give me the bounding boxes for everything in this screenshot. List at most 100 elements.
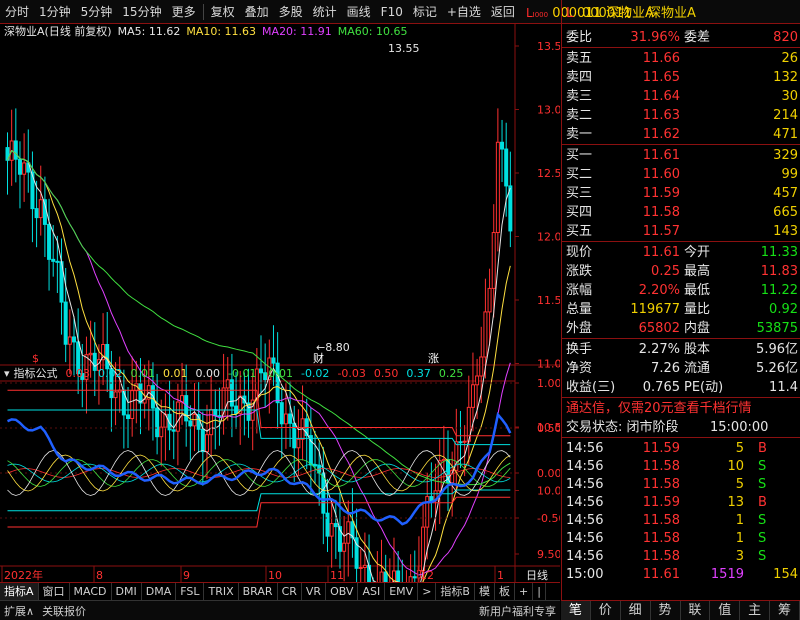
tick-row-3: 14:56 11.59 13 B xyxy=(562,493,800,512)
quote-label: 现价 xyxy=(566,245,593,260)
indicator-tab-6[interactable]: TRIX xyxy=(204,583,239,600)
related-quote-button[interactable]: 关联报价 xyxy=(38,603,90,619)
indicator-tab-18[interactable]: | xyxy=(533,583,546,600)
indicator-tab-4[interactable]: DMA xyxy=(142,583,177,600)
quote-label: 内盘 xyxy=(684,321,711,336)
indicator-tab-3[interactable]: DMI xyxy=(112,583,142,600)
candle-body xyxy=(171,429,176,432)
toolbar-button-6[interactable]: 叠加 xyxy=(240,0,274,24)
weicha-label: 委差 xyxy=(684,30,711,45)
panel-tab-0[interactable]: 笔 xyxy=(561,601,591,620)
indicator-tab-2[interactable]: MACD xyxy=(70,583,112,600)
candle-body xyxy=(342,542,347,552)
expand-button[interactable]: 扩展∧ xyxy=(0,603,38,619)
bid-row-0: 买一 11.61 329 xyxy=(562,146,800,165)
tick-price: 11.59 xyxy=(642,441,680,456)
ask-vol: 471 xyxy=(773,127,798,142)
tick-vol: 5 xyxy=(735,441,744,456)
period-label[interactable]: 日线 xyxy=(526,568,548,582)
candle-body xyxy=(22,162,27,175)
ask-row-3: 卖二 11.63 214 xyxy=(562,106,800,125)
indicator-tab-15[interactable]: 模 xyxy=(475,583,495,600)
toolbar-button-5[interactable]: 复权 xyxy=(206,0,240,24)
finance-marker[interactable]: 财 xyxy=(313,351,324,365)
indicator-tab-8[interactable]: CR xyxy=(278,583,302,600)
candle-body xyxy=(321,472,326,514)
indicator-tab-10[interactable]: OBV xyxy=(326,583,359,600)
indicator-value-0: 0.03 xyxy=(65,367,91,380)
bid-row-4: 买五 11.57 143 xyxy=(562,222,800,241)
new-user-welfare-link[interactable]: 新用户福利专享 xyxy=(475,603,560,619)
ask-label: 卖五 xyxy=(566,51,593,66)
tick-price: 11.58 xyxy=(642,549,680,564)
panel-bottom-tabs: 笔价细势联值主筹 xyxy=(561,600,800,620)
indicator-value-1: 0.02 xyxy=(98,367,123,380)
indicator-value-8: -0.03 xyxy=(337,367,366,380)
indicator-tab-13[interactable]: > xyxy=(418,583,437,600)
panel-tab-6[interactable]: 主 xyxy=(740,601,771,620)
panel-tab-1[interactable]: 价 xyxy=(591,601,621,620)
bid-row-2: 买三 11.59 457 xyxy=(562,184,800,203)
indicator-tab-9[interactable]: VR xyxy=(302,583,327,600)
candle-body xyxy=(34,208,39,219)
toolbar-button-2[interactable]: 5分钟 xyxy=(76,0,118,24)
panel-tab-2[interactable]: 细 xyxy=(621,601,651,620)
tick-price: 11.58 xyxy=(642,531,680,546)
stats-value: 5.26亿 xyxy=(756,361,798,376)
panel-tab-7[interactable]: 筹 xyxy=(770,601,800,620)
candle-body xyxy=(358,566,363,569)
quote-label: 外盘 xyxy=(566,321,593,336)
panel-tab-4[interactable]: 联 xyxy=(681,601,711,620)
ask-price: 11.62 xyxy=(642,127,680,142)
kline-chart[interactable]: 13.50 13.00 12.50 12.00 11.50 11.00 1 0.50 10.00… xyxy=(0,24,560,582)
toolbar-button-7[interactable]: 多股 xyxy=(274,0,308,24)
indicator-value-2: 0.01 xyxy=(130,367,156,380)
candle-body xyxy=(495,141,500,234)
ask-label: 卖四 xyxy=(566,70,593,85)
toolbar-button-12[interactable]: +自选 xyxy=(442,0,486,24)
bid-label: 买二 xyxy=(566,167,593,182)
trade-state-time: 15:00:00 xyxy=(710,420,769,435)
indicator-tab-7[interactable]: BRAR xyxy=(239,583,278,600)
indicator-tab-0[interactable]: 指标A xyxy=(0,583,39,600)
ind-tick-label: 1.00 xyxy=(537,377,560,390)
indicator-tab-12[interactable]: EMV xyxy=(385,583,419,600)
toolbar-button-11[interactable]: 标记 xyxy=(408,0,442,24)
toolbar-button-3[interactable]: 15分钟 xyxy=(117,0,166,24)
limit-up-marker[interactable]: 涨 xyxy=(428,352,439,365)
indicator-tab-17[interactable]: + xyxy=(515,583,534,600)
indicator-tab-11[interactable]: ASI xyxy=(358,583,386,600)
toolbar-button-10[interactable]: F10 xyxy=(376,0,408,24)
tick-vol: 1 xyxy=(735,531,744,546)
candle-body xyxy=(113,391,118,399)
panel-tab-5[interactable]: 值 xyxy=(710,601,741,620)
candle-body xyxy=(200,428,205,453)
toolbar-button-13[interactable]: 返回 xyxy=(486,0,520,24)
stats-value: 2.27% xyxy=(638,342,680,357)
y-tick-label: 13.50 xyxy=(537,40,560,53)
indicator-title[interactable]: 指标公式 xyxy=(14,367,58,380)
toolbar-button-1[interactable]: 1分钟 xyxy=(34,0,76,24)
toolbar-button-9[interactable]: 画线 xyxy=(342,0,376,24)
tick-vol: 5 xyxy=(735,477,744,492)
indicator-tab-14[interactable]: 指标B xyxy=(436,583,475,600)
tick-vol: 10 xyxy=(727,459,744,474)
toolbar-button-0[interactable]: 分时 xyxy=(0,0,34,24)
x-tick-label: 9 xyxy=(183,569,190,582)
toolbar-button-4[interactable]: 更多 xyxy=(167,0,201,24)
indicator-menu-icon[interactable]: ▾ xyxy=(4,367,10,380)
quote-value: 119677 xyxy=(630,302,680,317)
panel-tab-3[interactable]: 势 xyxy=(651,601,681,620)
indicator-tab-16[interactable]: 板 xyxy=(495,583,515,600)
bid-price: 11.61 xyxy=(642,148,680,163)
toolbar-button-8[interactable]: 统计 xyxy=(308,0,342,24)
stats-row-2: 收益(三) 0.765 PE(动) 11.4 xyxy=(562,378,800,397)
indicator-tab-1[interactable]: 窗口 xyxy=(39,583,70,600)
candle-body xyxy=(491,232,496,289)
candle-body xyxy=(71,336,76,343)
tick-price: 11.58 xyxy=(642,459,680,474)
candle-body xyxy=(63,301,68,345)
ad-row[interactable]: 通达信，仅需20元查看千档行情 xyxy=(562,399,800,418)
candle-body xyxy=(383,571,388,582)
indicator-tab-5[interactable]: FSL xyxy=(176,583,205,600)
